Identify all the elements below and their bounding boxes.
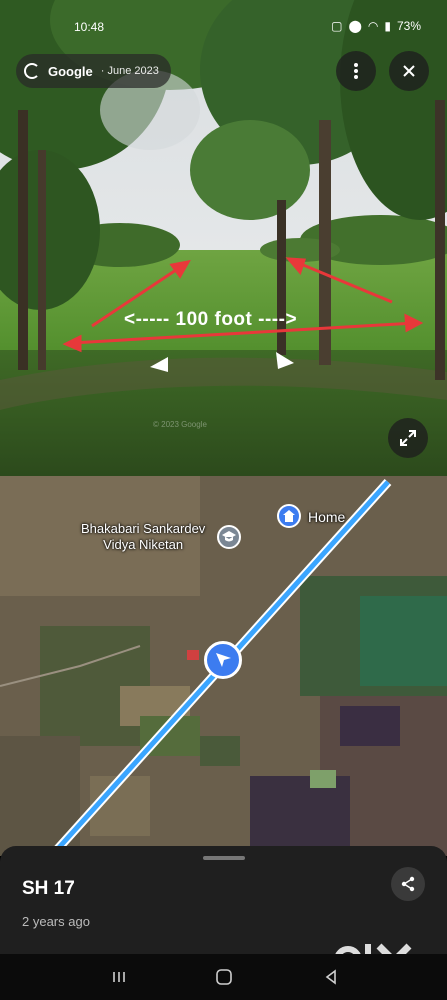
system-nav-bar	[0, 954, 447, 1000]
notification-icon: ▢	[331, 19, 343, 33]
signal-icon: ▮	[384, 19, 391, 33]
place-subtitle: 2 years ago	[22, 914, 90, 929]
home-marker[interactable]	[277, 504, 301, 528]
imagery-date-chip[interactable]: Google · June 2023	[16, 54, 171, 88]
status-icons: ▢ ⬤ ◠ ▮ 73%	[331, 19, 421, 33]
measurement-annotation: <----- 100 foot ---->	[124, 309, 298, 330]
close-button[interactable]	[389, 51, 429, 91]
poi-school-label[interactable]: Bhakabari Sankardev Vidya Niketan	[81, 521, 205, 553]
poi-school-name: Bhakabari Sankardev Vidya Niketan	[81, 521, 206, 552]
screen: 10:48 ▢ ⬤ ◠ ▮ 73% Google · June 2023 <--…	[0, 0, 447, 1000]
home-label[interactable]: Home	[308, 509, 345, 525]
school-icon	[222, 531, 236, 542]
recent-apps-icon[interactable]	[110, 968, 128, 986]
place-title: SH 17	[22, 878, 75, 899]
expand-button[interactable]	[388, 418, 428, 458]
share-icon	[401, 876, 415, 892]
location-icon: ⬤	[348, 19, 362, 33]
image-copyright: © 2023 Google	[153, 420, 207, 429]
status-bar: 10:48 ▢ ⬤ ◠ ▮ 73%	[0, 18, 447, 40]
google-logo-icon	[24, 63, 40, 79]
school-marker[interactable]	[217, 525, 241, 549]
wifi-icon: ◠	[367, 19, 379, 33]
place-info-sheet[interactable]: SH 17 2 years ago	[0, 846, 447, 979]
current-position-marker[interactable]	[204, 641, 242, 679]
close-icon	[403, 65, 415, 77]
satellite-map[interactable]: Bhakabari Sankardev Vidya Niketan Home	[0, 476, 447, 856]
more-vertical-icon	[354, 63, 358, 79]
home-nav-icon[interactable]	[215, 968, 233, 986]
status-time: 10:48	[74, 20, 105, 34]
expand-icon	[400, 430, 416, 446]
more-options-button[interactable]	[336, 51, 376, 91]
brand-label: Google	[48, 63, 93, 79]
share-button[interactable]	[391, 867, 425, 901]
navigation-arrow-icon	[216, 653, 231, 667]
battery-text: 73%	[396, 19, 421, 33]
home-icon	[283, 510, 295, 522]
sheet-drag-handle[interactable]	[203, 856, 245, 860]
back-icon[interactable]	[322, 968, 340, 986]
street-view-panel[interactable]: 10:48 ▢ ⬤ ◠ ▮ 73% Google · June 2023 <--…	[0, 0, 447, 476]
imagery-date: · June 2023	[100, 65, 159, 77]
